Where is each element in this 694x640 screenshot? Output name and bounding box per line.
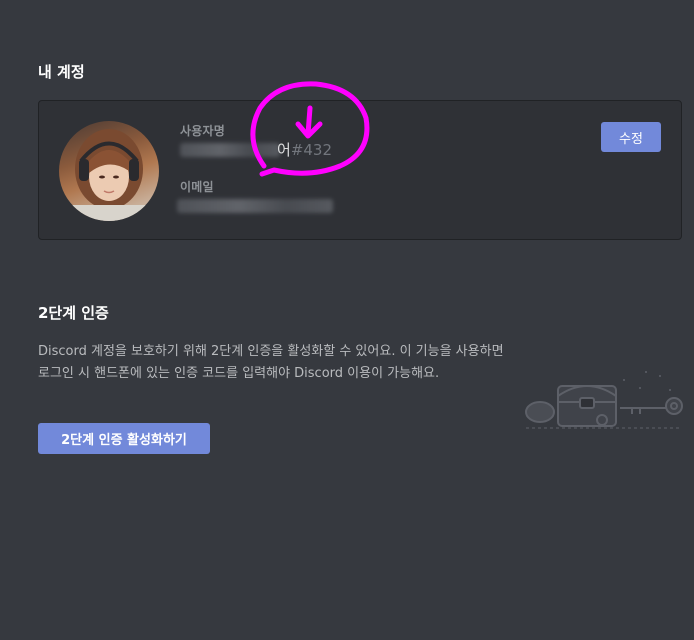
treasure-chest-key-illustration-icon <box>525 371 683 429</box>
email-label: 이메일 <box>180 180 214 194</box>
username-value: 어#432 <box>277 139 332 160</box>
avatar-image-icon <box>59 129 159 221</box>
enable-two-factor-button[interactable]: 2단계 인증 활성화하기 <box>38 423 210 454</box>
two-factor-description: Discord 계정을 보호하기 위해 2단계 인증을 활성화할 수 있어요. … <box>38 344 504 381</box>
account-card: 사용자명 어#432 이메일 수정 <box>38 100 682 240</box>
username-redacted <box>180 143 280 157</box>
username-tag: #432 <box>290 141 333 159</box>
username-visible-part: 어 <box>277 141 291 159</box>
my-account-title: 내 계정 <box>38 63 85 81</box>
username-label: 사용자명 <box>180 124 225 138</box>
edit-button[interactable]: 수정 <box>601 122 661 152</box>
two-factor-title: 2단계 인증 <box>38 304 109 322</box>
email-redacted <box>177 199 333 213</box>
avatar[interactable] <box>59 121 159 221</box>
